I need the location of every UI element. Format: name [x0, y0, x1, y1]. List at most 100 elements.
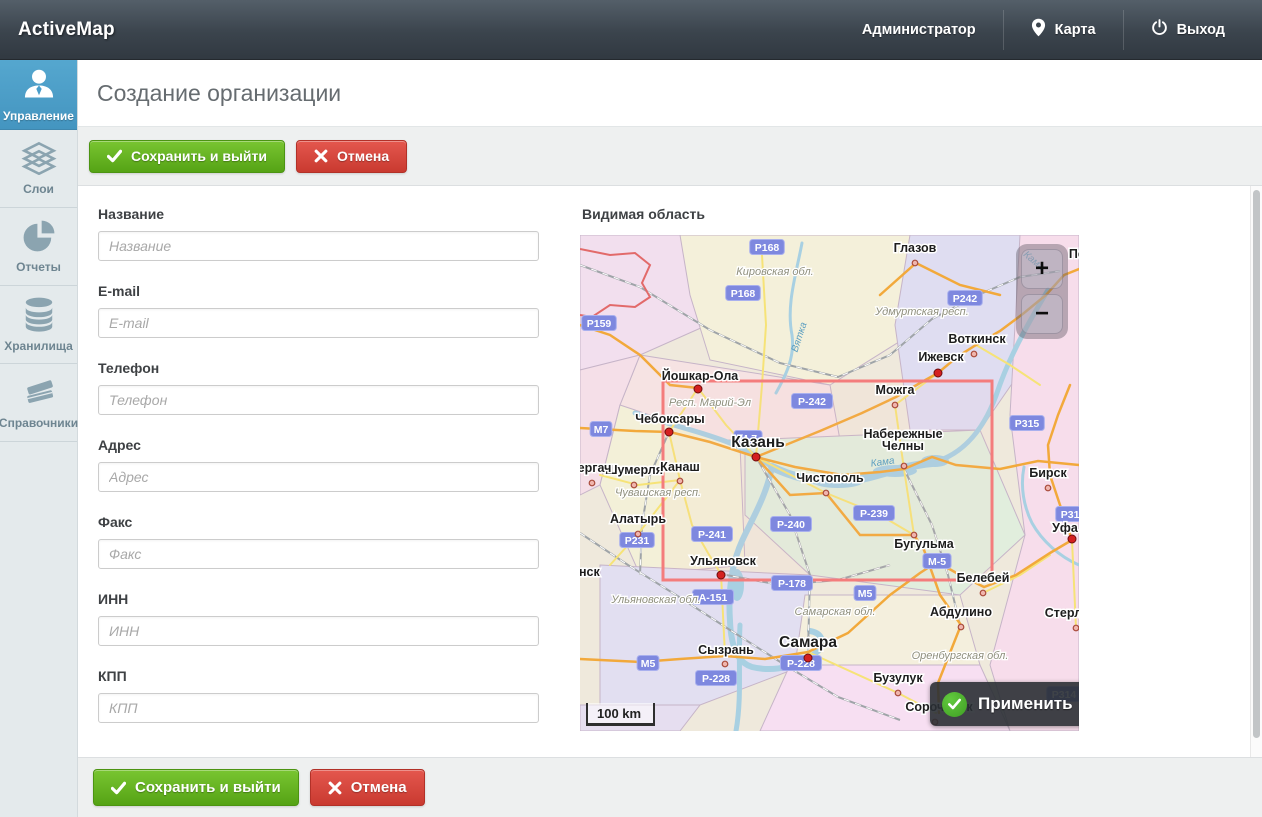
x-icon	[314, 149, 328, 163]
cancel-button-bottom[interactable]: Отмена	[310, 769, 425, 806]
map-city-label: Бугульма	[894, 537, 954, 551]
fax-field[interactable]	[98, 539, 539, 569]
town-dot	[635, 531, 641, 537]
svg-text:А-151: А-151	[699, 592, 728, 604]
road-badge: Р-228	[781, 656, 822, 671]
email-label: E-mail	[98, 283, 539, 299]
map-city-label: Сергач	[580, 461, 611, 475]
svg-text:Р-178: Р-178	[778, 578, 806, 590]
svg-text:Р-239: Р-239	[860, 508, 888, 520]
sidebar-item-management[interactable]: Управление	[0, 60, 77, 130]
map-city-label: Абдулино	[930, 605, 992, 619]
sidebar-item-label: Управление	[3, 109, 74, 123]
sidebar-item-layers[interactable]: Слои	[0, 130, 77, 208]
apply-check-icon	[942, 692, 967, 717]
cancel-button[interactable]: Отмена	[296, 140, 407, 173]
sidebar-item-storages[interactable]: Хранилища	[0, 286, 77, 364]
town-dot	[912, 260, 918, 266]
phone-field[interactable]	[98, 385, 539, 415]
map-city-label: Пермь	[1069, 247, 1079, 261]
scale-label: 100 km	[597, 706, 641, 721]
road-badge: М5	[637, 656, 659, 671]
apply-button[interactable]: Применить	[930, 682, 1079, 726]
inn-label: ИНН	[98, 591, 539, 607]
town-dot	[1045, 485, 1051, 491]
save-and-exit-button[interactable]: Сохранить и выйти	[89, 140, 285, 173]
road-badge: Р-240	[771, 517, 812, 532]
scrollbar-thumb[interactable]	[1253, 190, 1260, 738]
map-city-label: Ижевск	[918, 350, 964, 364]
town-dot	[589, 480, 595, 486]
sidebar-item-label: Отчеты	[16, 260, 61, 274]
map-city-label: Воткинск	[948, 332, 1006, 346]
svg-text:Р-242: Р-242	[798, 396, 826, 408]
map-region-label: Чувашская респ.	[615, 487, 701, 499]
town-dot	[901, 463, 907, 469]
save-and-exit-button-bottom[interactable]: Сохранить и выйти	[93, 769, 299, 806]
map-city-label: Сызрань	[698, 643, 754, 657]
road-badge: Р-241	[692, 527, 733, 542]
address-label: Адрес	[98, 437, 539, 453]
map-city-label: Шумерля	[605, 463, 663, 477]
database-icon	[22, 296, 56, 332]
map-city-label: Бирск	[1029, 466, 1067, 480]
top-header: ActiveMap Администратор Карта	[0, 0, 1262, 60]
sidebar-item-reports[interactable]: Отчеты	[0, 208, 77, 286]
svg-text:Р159: Р159	[587, 318, 612, 330]
town-dot	[980, 590, 986, 596]
field-group-phone: Телефон	[98, 360, 539, 415]
zoom-in-button[interactable]: +	[1021, 249, 1063, 289]
map-canvas[interactable]: Р168Р168Р159Р242Р-242М7М-7Р315Р315Р-240Р…	[580, 235, 1079, 731]
map-region-label: Самарская обл.	[794, 606, 875, 618]
sidebar-item-directories[interactable]: Справочники	[0, 364, 77, 442]
map-city-label: Самара	[779, 634, 837, 651]
svg-text:Р168: Р168	[755, 242, 780, 254]
address-field[interactable]	[98, 462, 539, 492]
field-group-email: E-mail	[98, 283, 539, 338]
city-dot	[934, 369, 942, 377]
road-badge: Р-228	[696, 671, 737, 686]
town-dot	[1073, 625, 1079, 631]
map-city-label: Чебоксары	[635, 412, 704, 426]
name-field[interactable]	[98, 231, 539, 261]
svg-text:М7: М7	[594, 424, 609, 436]
map-city-label: Канаш	[660, 460, 700, 474]
inn-field[interactable]	[98, 616, 539, 646]
road-badge: Р315	[1056, 507, 1079, 522]
sidebar-nav: Управление Слои Отчеты	[0, 60, 78, 817]
road-badge: Р315	[1010, 416, 1045, 431]
road-badge: Р-239	[854, 506, 895, 521]
svg-text:Р-228: Р-228	[702, 673, 730, 685]
svg-text:М5: М5	[858, 588, 873, 600]
field-group-kpp: КПП	[98, 668, 539, 723]
field-group-name: Название	[98, 206, 539, 261]
zoom-out-button[interactable]: −	[1021, 294, 1063, 334]
layers-icon	[21, 141, 57, 175]
map-link[interactable]: Карта	[1004, 0, 1123, 59]
town-dot	[971, 351, 977, 357]
map-region-label: Ульяновская обл.	[610, 594, 700, 606]
name-label: Название	[98, 206, 539, 222]
svg-text:Р168: Р168	[731, 288, 756, 300]
road-badge: Р159	[582, 316, 617, 331]
field-group-address: Адрес	[98, 437, 539, 492]
map-pin-icon	[1031, 18, 1046, 41]
map-city-label: Алатырь	[610, 512, 666, 526]
vertical-scrollbar[interactable]	[1250, 186, 1262, 757]
road-badge: Р-242	[792, 394, 833, 409]
town-dot	[722, 661, 728, 667]
fax-label: Факс	[98, 514, 539, 530]
road-badge: М5	[854, 586, 876, 601]
map-widget[interactable]: Р168Р168Р159Р242Р-242М7М-7Р315Р315Р-240Р…	[580, 235, 1079, 731]
sidebar-item-label: Справочники	[0, 416, 78, 430]
logout-link[interactable]: Выход	[1124, 0, 1252, 59]
town-dot	[823, 490, 829, 496]
email-field[interactable]	[98, 308, 539, 338]
svg-text:Р315: Р315	[1015, 418, 1040, 430]
town-dot	[892, 402, 898, 408]
map-city-label: Бузулук	[873, 671, 923, 685]
current-user[interactable]: Администратор	[835, 0, 1003, 59]
kpp-field[interactable]	[98, 693, 539, 723]
power-icon	[1151, 19, 1168, 40]
map-city-label: Саранск	[580, 565, 600, 579]
